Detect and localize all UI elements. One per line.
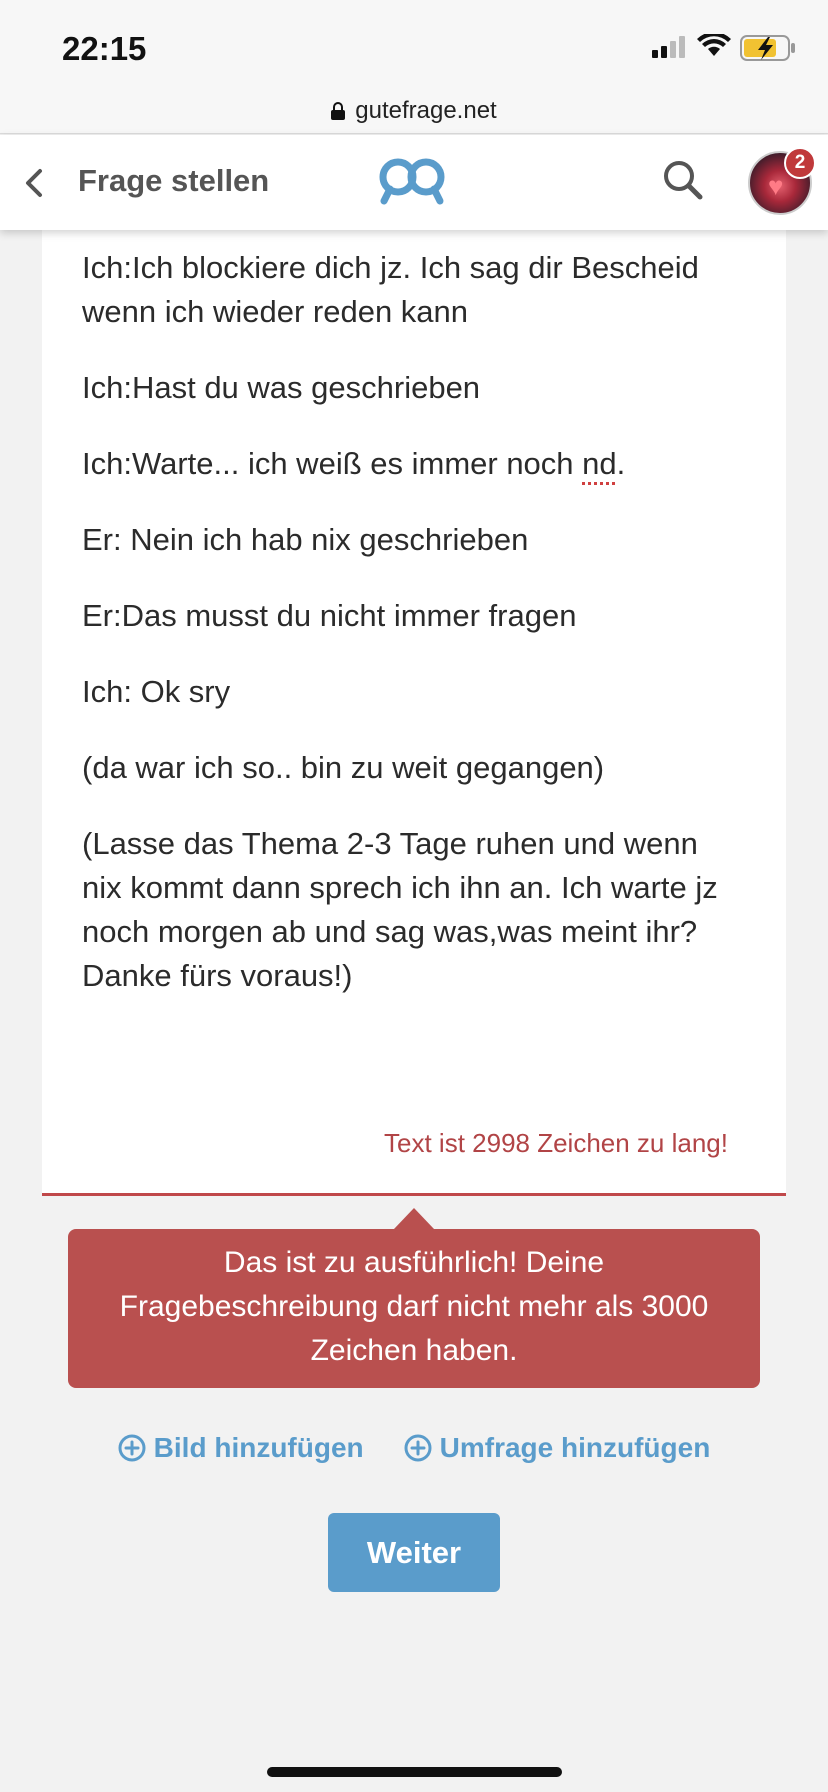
editor-line: Ich:Warte... ich weiß es immer noch nd. xyxy=(82,442,742,486)
editor-line: Ich: Ok sry xyxy=(82,674,231,709)
app-header: Frage stellen ♥ 2 xyxy=(0,135,828,230)
search-icon[interactable] xyxy=(662,159,704,201)
error-tooltip-arrow xyxy=(394,1208,434,1229)
url-bar[interactable]: gutefrage.net xyxy=(0,88,828,134)
cellular-signal-icon xyxy=(652,36,685,58)
add-image-label: Bild hinzufügen xyxy=(153,1432,364,1463)
question-description-editor[interactable]: Ich:Ich blockiere dich jz. Ich sag dir B… xyxy=(42,200,786,1196)
url-text: gutefrage.net xyxy=(355,96,497,124)
error-line: Das ist zu ausführlich! Deine xyxy=(223,1246,605,1279)
editor-text[interactable]: Ich:Ich blockiere dich jz. Ich sag dir B… xyxy=(82,246,742,1030)
page-title: Frage stellen xyxy=(78,163,270,198)
home-indicator[interactable] xyxy=(267,1767,562,1777)
continue-button[interactable]: Weiter xyxy=(328,1513,500,1592)
misspelled-word[interactable]: nd xyxy=(582,446,616,481)
editor-line: (Lasse das Thema 2-3 Tage ruhen und wenn… xyxy=(82,826,718,993)
gutefrage-logo-icon[interactable] xyxy=(378,155,448,207)
add-poll-label: Umfrage hinzufügen xyxy=(439,1432,711,1463)
error-line: Zeichen haben. xyxy=(310,1334,518,1367)
add-image-link[interactable]: Bild hinzufügen xyxy=(118,1432,364,1464)
status-time: 22:15 xyxy=(62,30,147,67)
editor-line: Ich:Hast du was geschrieben xyxy=(82,370,481,405)
editor-line: Ich:Ich blockiere dich jz. Ich sag dir B… xyxy=(82,250,699,329)
status-bar: 22:15 xyxy=(0,0,828,88)
error-tooltip: Das ist zu ausführlich! Deine Fragebesch… xyxy=(68,1229,760,1388)
error-line: Fragebeschreibung darf nicht mehr als 30… xyxy=(119,1290,709,1323)
lock-icon xyxy=(331,101,346,120)
editor-line: Er: Nein ich hab nix geschrieben xyxy=(82,522,529,557)
wifi-icon xyxy=(697,34,731,56)
plus-circle-icon xyxy=(118,1434,146,1462)
editor-line-suffix: . xyxy=(616,446,626,481)
action-links: Bild hinzufügen Umfrage hinzufügen xyxy=(0,1432,828,1464)
add-poll-link[interactable]: Umfrage hinzufügen xyxy=(404,1432,711,1464)
character-limit-error: Text ist 2998 Zeichen zu lang! xyxy=(384,1128,728,1158)
editor-line-text: Ich:Warte... ich weiß es immer noch xyxy=(82,446,583,481)
notification-badge: 2 xyxy=(784,147,816,179)
plus-circle-icon xyxy=(404,1434,432,1462)
heart-icon: ♥ xyxy=(768,171,784,201)
editor-line: (da war ich so.. bin zu weit gegangen) xyxy=(82,750,605,785)
back-chevron-icon[interactable] xyxy=(20,163,50,203)
editor-line: Er:Das musst du nicht immer fragen xyxy=(82,598,577,633)
battery-charging-icon xyxy=(740,35,795,61)
